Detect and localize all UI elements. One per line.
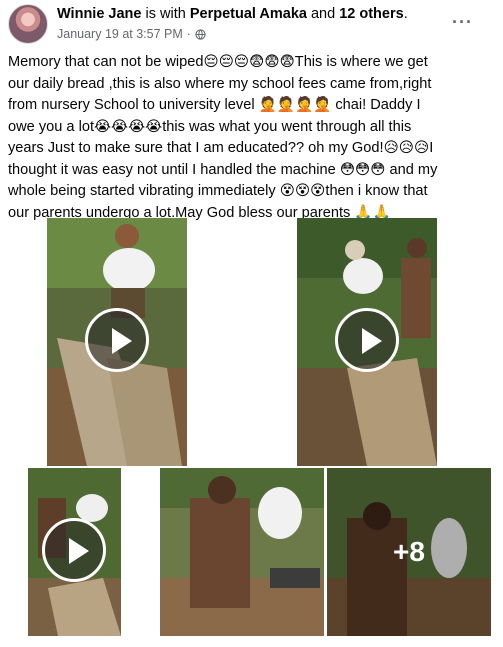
tagged-user-link[interactable]: Perpetual Amaka [190,6,307,22]
with-text: is with [141,6,190,22]
video-thumbnail-1[interactable] [47,218,187,466]
more-media-overlay[interactable]: +8 [327,468,491,636]
post-meta: January 19 at 3:57 PM · [57,27,206,41]
post-text: Memory that can not be wiped😔😔😔😨😨😨This i… [8,54,438,221]
play-icon[interactable] [335,308,399,372]
video-thumbnail-5[interactable]: +8 [327,468,491,636]
author-name-link[interactable]: Winnie Jane [57,6,141,22]
others-link[interactable]: 12 others [339,6,403,22]
more-options-icon[interactable]: ··· [452,12,473,33]
post-header: Winnie Jane is with Perpetual Amaka and … [0,0,503,48]
play-icon[interactable] [85,308,149,372]
meta-separator: · [186,27,191,41]
header-period: . [403,6,408,22]
author-avatar[interactable] [8,4,48,44]
video-thumbnail-4[interactable] [160,468,324,636]
play-icon[interactable] [42,518,106,582]
post-header-line: Winnie Jane is with Perpetual Amaka and … [57,6,408,22]
video-4-scene [160,468,324,636]
and-text: and [306,6,340,22]
post-timestamp-link[interactable]: January 19 at 3:57 PM [57,27,183,41]
video-thumbnail-3[interactable] [28,468,121,636]
more-count-label: +8 [393,536,425,567]
globe-icon[interactable] [195,28,206,40]
video-thumbnail-2[interactable] [297,218,437,466]
